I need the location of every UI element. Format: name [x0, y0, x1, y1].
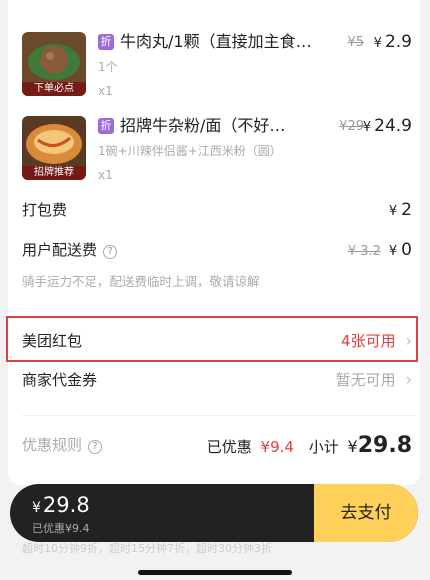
- saved-text: 已优惠¥9.4: [32, 522, 90, 535]
- delivery-fee-label: 用户配送费?: [22, 238, 118, 262]
- subtotal-value: 29.8: [357, 433, 412, 458]
- currency-symbol: ¥: [362, 120, 372, 135]
- voucher-label: 商家代金券: [22, 371, 98, 389]
- home-indicator[interactable]: [138, 570, 292, 575]
- chevron-right-icon: ›: [405, 370, 412, 389]
- delivery-fee-row: 用户配送费? ¥ 3.2 ¥0: [22, 238, 418, 262]
- currency-symbol: ¥: [347, 437, 358, 456]
- item-price: ¥2.9: [374, 32, 412, 54]
- item-name: 牛肉丸/1颗（直接加主食…: [120, 32, 312, 51]
- saved-value: ¥9.4: [260, 438, 294, 456]
- help-icon[interactable]: ?: [88, 440, 103, 454]
- image-tag: 招牌推荐: [22, 166, 86, 180]
- packing-fee-value: ¥2: [389, 198, 412, 224]
- item-price-value: 24.9: [374, 116, 412, 136]
- help-icon[interactable]: ?: [103, 245, 118, 259]
- voucher-row[interactable]: 商家代金券 暂无可用 ›: [22, 368, 418, 392]
- currency-symbol: ¥: [388, 244, 398, 259]
- delivery-fee-value: ¥ 3.2 ¥0: [348, 238, 412, 264]
- total-amount-value: 29.8: [42, 493, 90, 517]
- saved-label: 已优惠: [206, 438, 252, 456]
- delivery-old-fee: ¥ 3.2: [347, 244, 381, 259]
- item-qty: x1: [98, 84, 113, 98]
- discount-badge: 折: [98, 118, 114, 134]
- discount-rules[interactable]: 优惠规则?: [22, 433, 103, 457]
- delivery-fee-amount: 0: [401, 240, 412, 260]
- item-qty: x1: [98, 168, 113, 182]
- order-card: 下单必点 折 牛肉丸/1颗（直接加主食… ¥5 ¥2.9 1个 x1 招牌推荐 …: [8, 0, 420, 485]
- item-image: 招牌推荐: [22, 116, 86, 180]
- discount-rules-label: 优惠规则: [22, 436, 83, 454]
- packing-fee-amount: 2: [401, 200, 412, 220]
- highlight-box: [6, 316, 418, 362]
- item-price: ¥24.9: [363, 116, 412, 138]
- subtotal-label: 小计: [308, 438, 339, 456]
- voucher-status: 暂无可用: [335, 371, 396, 389]
- voucher-value: 暂无可用 ›: [336, 368, 412, 392]
- currency-symbol: ¥: [373, 36, 382, 51]
- divider: [22, 415, 416, 416]
- list-item[interactable]: 下单必点 折 牛肉丸/1颗（直接加主食… ¥5 ¥2.9 1个 x1: [22, 32, 418, 98]
- packing-fee-label: 打包费: [22, 201, 68, 219]
- discount-badge: 折: [98, 34, 114, 50]
- item-spec: 1个: [98, 60, 118, 74]
- item-old-price: ¥29: [339, 119, 364, 134]
- currency-symbol: ¥: [32, 500, 41, 516]
- packing-fee-row: 打包费 ¥2: [22, 198, 418, 222]
- summary-values: 已优惠 ¥9.4 小计 ¥29.8: [207, 433, 412, 460]
- total-amount: ¥29.8: [32, 493, 90, 520]
- item-image: 下单必点: [22, 32, 86, 96]
- item-old-price: ¥5: [347, 35, 364, 50]
- item-price-value: 2.9: [384, 32, 412, 52]
- image-tag: 下单必点: [22, 82, 86, 96]
- item-spec: 1碗+川辣伴侣酱+江西米粉（圆）: [98, 144, 282, 158]
- summary-row: 优惠规则? 已优惠 ¥9.4 小计 ¥29.8: [22, 433, 418, 459]
- currency-symbol: ¥: [388, 204, 398, 219]
- item-name: 招牌牛杂粉/面（不好…: [120, 116, 286, 135]
- list-item[interactable]: 招牌推荐 折 招牌牛杂粉/面（不好… ¥29 ¥24.9 1碗+川辣伴侣酱+江西…: [22, 116, 418, 182]
- pay-button[interactable]: 去支付: [314, 484, 418, 542]
- delivery-fee-text: 用户配送费: [22, 241, 98, 259]
- checkout-bar: ¥29.8 已优惠¥9.4 去支付: [10, 484, 418, 542]
- delivery-note: 骑手运力不足，配送费临时上调，敬请谅解: [22, 274, 260, 289]
- timeout-discount-text: 超时10分钟9折，超时15分钟7折，超时30分钟3折: [22, 542, 272, 555]
